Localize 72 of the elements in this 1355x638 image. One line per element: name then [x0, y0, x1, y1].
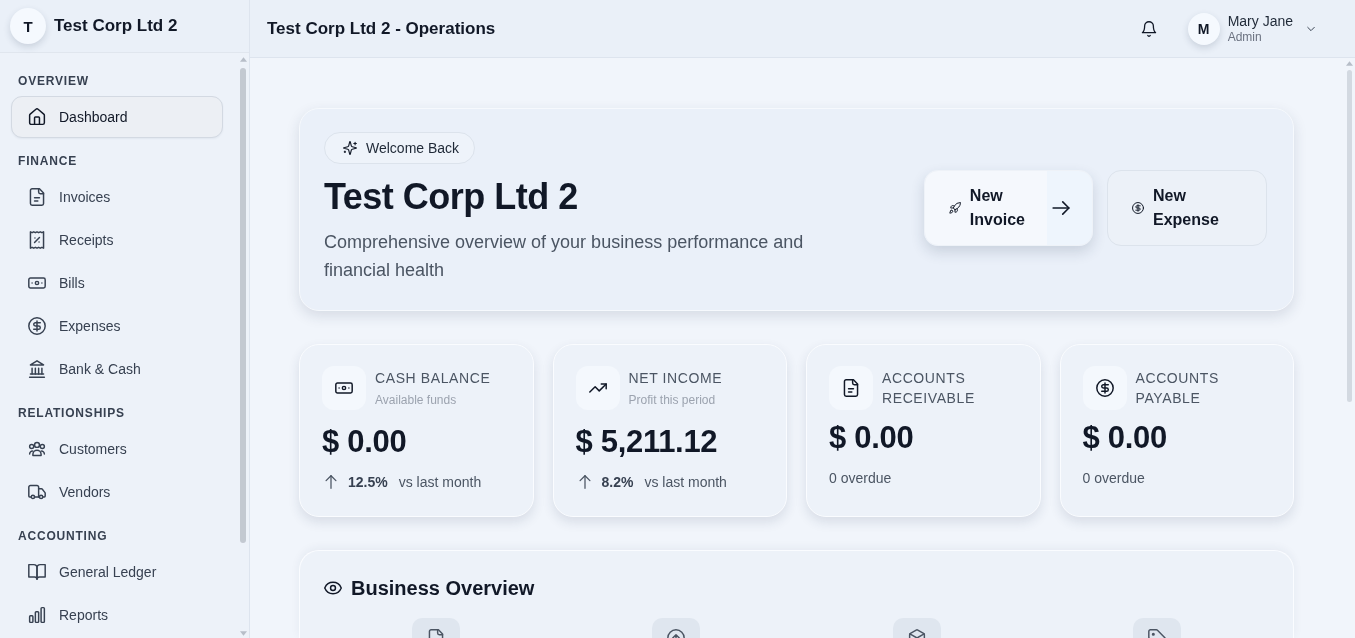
- arrow-right-icon: [1052, 201, 1070, 215]
- rocket-icon: [948, 202, 961, 214]
- arrow-up-icon: [324, 475, 338, 489]
- section-label: ACCOUNTING: [17, 528, 109, 545]
- new-expense-button[interactable]: New Expense: [1107, 170, 1267, 246]
- stat-caption: Available funds: [375, 392, 458, 408]
- trend-up-icon: [575, 366, 620, 410]
- scroll-up-icon[interactable]: [239, 57, 247, 62]
- nav-item[interactable]: Bills: [11, 262, 223, 304]
- dollar-icon: [1132, 202, 1144, 214]
- banknote-icon: [322, 366, 366, 410]
- stat-value: $ 0.00: [322, 423, 408, 461]
- nav-item[interactable]: General Ledger: [11, 551, 223, 593]
- box-icon: [892, 618, 941, 638]
- dollar-icon: [28, 317, 46, 335]
- arrow-up-icon: [577, 475, 592, 489]
- dollar-icon: [1082, 366, 1127, 410]
- stat-label: CASH BALANCE: [375, 369, 491, 388]
- book-icon: [28, 563, 46, 581]
- stat-label: NET INCOME: [628, 369, 723, 388]
- stat-value: $ 0.00: [829, 419, 915, 457]
- new-invoice-button[interactable]: New Invoice: [923, 170, 1093, 246]
- hero-title: Test Corp Ltd 2: [324, 175, 579, 219]
- user-name: Mary Jane: [1227, 12, 1293, 30]
- banknote-icon: [28, 274, 46, 292]
- scroll-up-icon[interactable]: [1345, 61, 1353, 66]
- user-avatar[interactable]: M: [1187, 12, 1220, 45]
- section-title: Business Overview: [351, 576, 535, 601]
- trend-change: 8.2%: [601, 473, 634, 492]
- truck-icon: [28, 483, 46, 501]
- stat-caption: Profit this period: [628, 392, 717, 408]
- sparkle-icon: [343, 141, 357, 155]
- document-icon: [412, 618, 461, 638]
- nav-item[interactable]: Vendors: [11, 471, 223, 513]
- users-icon: [28, 440, 46, 458]
- scrollbar-thumb[interactable]: [240, 68, 246, 543]
- bar-chart-icon: [28, 606, 46, 624]
- document-icon: [829, 366, 873, 410]
- nav-item[interactable]: Dashboard: [11, 96, 223, 138]
- tag-icon: [1132, 618, 1181, 638]
- trend-period: vs last month: [398, 473, 482, 492]
- stat-value: $ 0.00: [1082, 419, 1168, 457]
- nav-item[interactable]: Invoices: [11, 176, 223, 218]
- welcome-text: Welcome Back: [366, 140, 460, 156]
- bank-icon: [28, 360, 46, 378]
- user-role: Admin: [1227, 29, 1263, 45]
- receipt-icon: [28, 231, 46, 249]
- stat-label: ACCOUNTS RECEIVABLE: [882, 369, 976, 408]
- scroll-down-icon[interactable]: [239, 631, 247, 636]
- nav-item[interactable]: Bank & Cash: [11, 348, 223, 390]
- document-icon: [28, 188, 46, 206]
- bell-icon[interactable]: [1140, 20, 1157, 37]
- trend-change: 12.5%: [348, 473, 388, 492]
- nav-item[interactable]: Receipts: [11, 219, 223, 261]
- nav-item[interactable]: Expenses: [11, 305, 223, 347]
- section-label: OVERVIEW: [17, 73, 90, 90]
- section-label: FINANCE: [17, 153, 78, 170]
- nav-item[interactable]: Customers: [11, 428, 223, 470]
- overdue-note: 0 overdue: [1082, 469, 1146, 488]
- scrollbar-thumb[interactable]: [1346, 70, 1352, 402]
- trend-period: vs last month: [644, 473, 727, 492]
- page-title: Test Corp Ltd 2 - Operations: [267, 18, 496, 39]
- company-name: Test Corp Ltd 2: [54, 16, 178, 36]
- company-avatar: T: [10, 8, 46, 44]
- section-label: RELATIONSHIPS: [17, 405, 126, 422]
- hero-subtitle: Comprehensive overview of your business performance and financial health: [324, 231, 805, 282]
- home-icon: [28, 108, 46, 126]
- nav-item[interactable]: Reports: [11, 594, 223, 636]
- stat-label: ACCOUNTS PAYABLE: [1135, 369, 1220, 408]
- eye-icon: [324, 579, 342, 597]
- overdue-note: 0 overdue: [829, 469, 893, 488]
- stat-value: $ 5,211.12: [575, 423, 719, 461]
